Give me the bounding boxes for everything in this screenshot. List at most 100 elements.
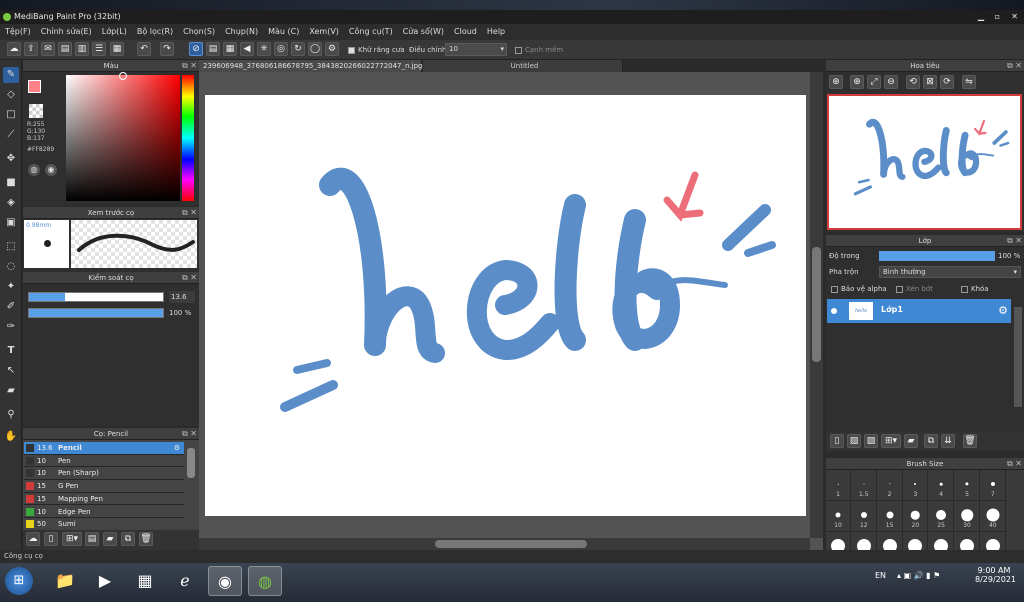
brush-tool-icon[interactable]: ✎ [3,67,19,83]
menu-help[interactable]: Help [482,24,510,40]
transparent-swatch[interactable] [29,104,43,118]
brush-size-cell[interactable] [903,532,929,550]
horizontal-scroll-thumb[interactable] [435,540,587,548]
brush-list-item[interactable]: 50 Sumi [24,518,184,531]
start-icon[interactable]: ⊞ [5,567,33,595]
foreground-swatch[interactable] [28,80,41,93]
opacity-slider[interactable] [28,308,164,318]
undo-icon[interactable]: ↶ [137,42,151,56]
line-tool-icon[interactable]: ⟋ [3,127,19,143]
brush-size-cell[interactable]: 7 [980,470,1006,501]
brush-list-item[interactable]: 13.6 Pencil ⚙ [24,442,184,455]
menu-view[interactable]: Xem(V) [304,24,344,40]
zoom-out-icon[interactable]: ⊖ [884,75,898,89]
snap-circle-icon[interactable]: ◎ [274,42,288,56]
snap-off-icon[interactable]: ⊘ [189,42,203,56]
antialias-checkbox[interactable]: Khử răng cưa [348,44,405,56]
brush-size-cell[interactable]: 2 [877,470,903,501]
app-icon-3[interactable]: ▦ [128,566,162,596]
redo-icon[interactable]: ↷ [160,42,174,56]
fill-rect-tool-icon[interactable]: ■ [3,175,19,191]
brush-list-item[interactable]: 10 Edge Pen [24,506,184,518]
flip-icon[interactable]: ⇋ [962,75,976,89]
blend-mode-select[interactable]: Bình thường ▾ [879,266,1021,278]
maximize-icon[interactable]: ▫ [995,10,1000,24]
snap-ellipse-icon[interactable]: ◯ [308,42,322,56]
brush-size-cell[interactable] [929,532,955,550]
chat-icon[interactable]: ▤ [58,42,72,56]
adjust-select[interactable]: 10 ▾ [445,43,507,56]
clock[interactable]: 9:00 AM 8/29/2021 [975,566,1016,584]
menu-window[interactable]: Cửa sổ(W) [398,24,449,40]
layer-settings-icon[interactable]: ⚙ [998,304,1008,317]
navigator-preview[interactable] [827,94,1022,230]
zoom-in-2-icon[interactable]: ⊕ [850,75,864,89]
hand-tool-icon[interactable]: ✋ [3,429,19,445]
brush-list-scrollbar[interactable] [187,448,195,478]
panel-controls-icon[interactable]: ⧉ ✕ [182,272,197,284]
brush-list-item[interactable]: 10 Pen [24,455,184,468]
layer-folder-icon[interactable]: ▰ [904,434,918,448]
menu-color[interactable]: Màu (C) [263,24,304,40]
brush-size-cell[interactable] [877,532,903,550]
snap-grid-icon[interactable]: ▦ [223,42,237,56]
brush-size-cell[interactable]: 5 [955,470,980,501]
panel-controls-icon[interactable]: ⧉ ✕ [182,428,197,440]
panel-controls-icon[interactable]: ⧉ ✕ [182,207,197,219]
fit-icon[interactable]: ⤢ [867,75,881,89]
new-halftone-layer-icon[interactable]: ▧ [847,434,861,448]
menu-file[interactable]: Tệp(F) [0,24,36,40]
menu-layer[interactable]: Lớp(L) [97,24,132,40]
add-brush-icon[interactable]: ⊞▾ [62,532,82,546]
select-eraser-icon[interactable]: ✑ [3,319,19,335]
media-player-icon[interactable]: ▶ [88,566,122,596]
explorer-icon[interactable]: 📁 [48,566,82,596]
panel-controls-icon[interactable]: ⧉ ✕ [182,60,197,72]
brush-size-cell[interactable]: 15 [877,501,903,532]
ie-icon[interactable]: ℯ [168,566,202,596]
menu-tools[interactable]: Công cụ(T) [344,24,398,40]
brush-settings-icon[interactable]: ⚙ [174,442,180,455]
medibang-icon[interactable]: ◍ [248,566,282,596]
divide-tool-icon[interactable]: ▰ [3,383,19,399]
layer-scrollbar[interactable] [1014,307,1022,407]
new-8bit-layer-icon[interactable]: ▨ [864,434,878,448]
list-icon[interactable]: ☰ [92,42,106,56]
menu-filter[interactable]: Bộ lọc(R) [132,24,178,40]
brush-size-cell[interactable]: 20 [903,501,929,532]
size-value[interactable]: 13.6 [169,291,195,303]
tab-document[interactable]: 239606948_376806186678795_38438202660227… [199,60,423,82]
zoom-in-icon[interactable]: ⊕ [829,75,843,89]
language-indicator[interactable]: EN [875,571,886,580]
protect-alpha-checkbox[interactable]: Bảo vệ alpha [831,285,887,293]
rotate-left-icon[interactable]: ⟲ [906,75,920,89]
eraser-tool-icon[interactable]: ◇ [3,87,19,103]
brush-props-icon[interactable]: ▤ [85,532,99,546]
cloud-brush-icon[interactable]: ☁ [26,532,40,546]
brush-size-cell[interactable]: 12 [851,501,877,532]
text-tool-icon[interactable]: T [3,343,19,359]
brush-size-cell[interactable]: 1.5 [851,470,877,501]
delete-layer-icon[interactable]: 🗑 [963,434,977,448]
rotate-right-icon[interactable]: ⟳ [940,75,954,89]
brush-size-cell[interactable]: 4 [929,470,955,501]
brush-size-cell[interactable]: 40 [980,501,1006,532]
brush-size-cell[interactable]: 10 [826,501,851,532]
horizontal-scrollbar[interactable] [199,538,810,550]
vertical-scroll-thumb[interactable] [812,247,821,362]
add-layer-menu-icon[interactable]: ⊞▾ [881,434,901,448]
operation-tool-icon[interactable]: ↖ [3,363,19,379]
snap-perspective-icon[interactable]: ◀ [240,42,254,56]
lock-checkbox[interactable]: Khóa [961,285,989,293]
color-wheel-icon[interactable]: ◍ [28,164,40,176]
snap-radial-icon[interactable]: ✳ [257,42,271,56]
tab-untitled[interactable]: Untitled [423,60,623,72]
brush-size-cell[interactable]: 3 [903,470,929,501]
brush-size-cell[interactable] [826,532,851,550]
saturation-value-picker[interactable] [66,75,180,201]
brush-size-cell[interactable] [955,532,980,550]
minimize-icon[interactable]: ▁ [978,10,984,24]
brush-list-item[interactable]: 15 Mapping Pen [24,493,184,506]
brush-size-cell[interactable]: 30 [955,501,980,532]
vertical-scrollbar[interactable] [810,72,823,538]
